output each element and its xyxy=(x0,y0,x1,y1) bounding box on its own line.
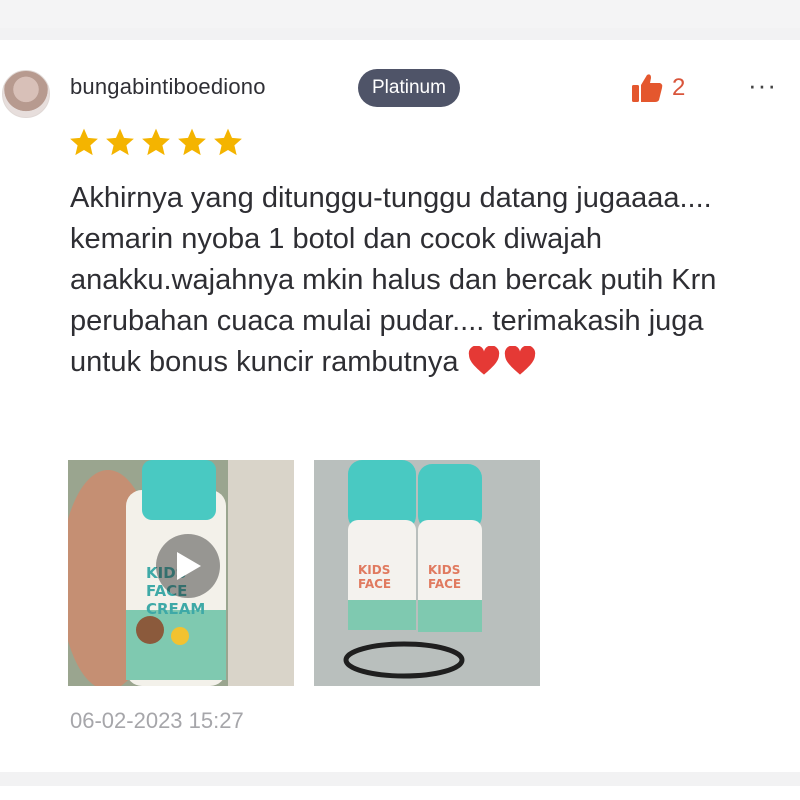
star-icon xyxy=(142,128,170,156)
more-options-button[interactable]: ··· xyxy=(748,70,777,101)
next-review-card xyxy=(0,786,800,800)
star-icon xyxy=(106,128,134,156)
product-photo: KIDS FACE KIDS FACE xyxy=(314,460,540,686)
product-label-line-2: FACE xyxy=(358,577,391,591)
star-icon xyxy=(178,128,206,156)
product-label-line-1: KIDS xyxy=(358,563,390,577)
review-video-thumbnail[interactable]: KIDS FACE CREAM xyxy=(68,460,294,686)
thumbs-up-icon xyxy=(632,74,663,102)
heart-icon xyxy=(468,346,499,375)
top-bar xyxy=(0,0,800,28)
like-count: 2 xyxy=(672,74,686,101)
review-timestamp: 06-02-2023 15:27 xyxy=(70,708,244,733)
star-icon xyxy=(70,128,98,156)
membership-badge: Platinum xyxy=(358,69,460,107)
reviewer-username[interactable]: bungabintiboediono xyxy=(70,74,266,100)
review-body: Akhirnya yang ditunggu-tunggu datang jug… xyxy=(70,182,717,378)
review-text: Akhirnya yang ditunggu-tunggu datang jug… xyxy=(70,178,770,383)
star-icon xyxy=(214,128,242,156)
card-separator xyxy=(0,772,800,786)
avatar[interactable] xyxy=(2,70,50,118)
review-card: bungabintiboediono Platinum 2 ··· Akhirn… xyxy=(0,40,800,772)
product-label-line-3: CREAM xyxy=(146,600,205,618)
review-photo-thumbnail[interactable]: KIDS FACE KIDS FACE xyxy=(314,460,540,686)
star-rating xyxy=(68,126,244,158)
play-icon xyxy=(177,552,201,580)
like-button[interactable]: 2 xyxy=(630,72,685,104)
heart-icon xyxy=(504,346,535,375)
hearts-emoji xyxy=(467,346,537,376)
product-label-line-2: FACE xyxy=(428,577,461,591)
product-label-line-1: KIDS xyxy=(428,563,460,577)
play-button[interactable] xyxy=(156,534,220,598)
